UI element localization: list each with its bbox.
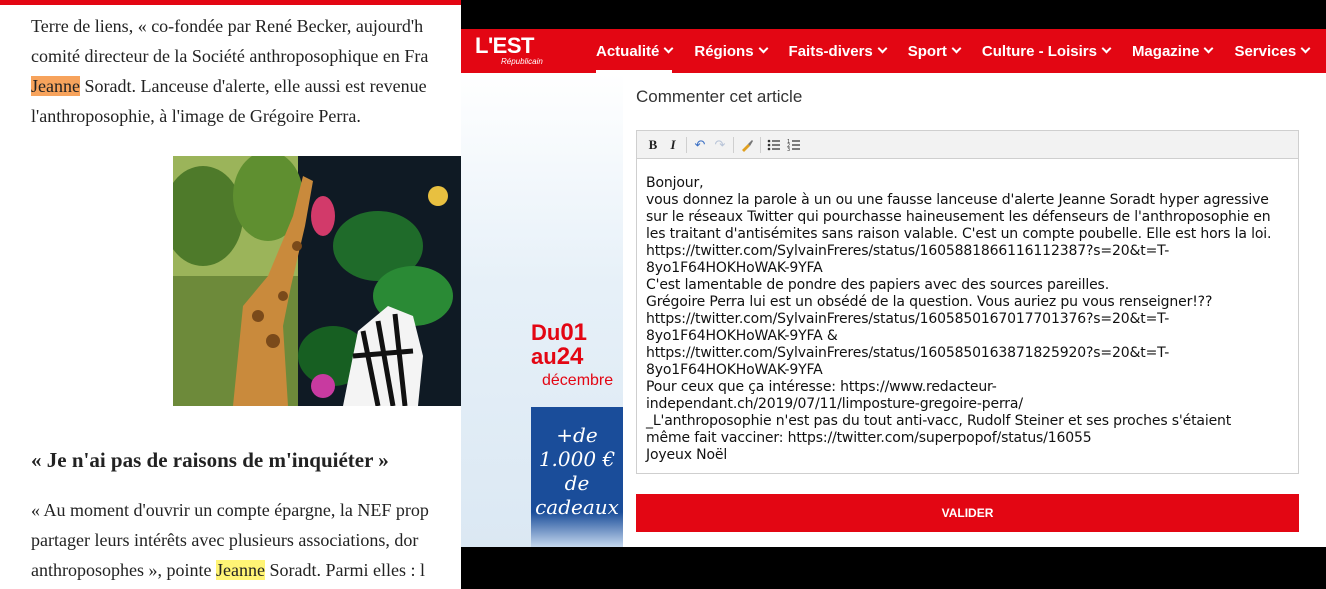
nav-label: Actualité — [596, 42, 660, 60]
article-paragraph-2: « Au moment d'ouvrir un compte épargne, … — [31, 495, 429, 585]
undo-icon[interactable]: ↶ — [690, 135, 710, 155]
chevron-down-icon — [1101, 43, 1112, 53]
nav-item-regions[interactable]: Régions — [694, 29, 768, 73]
ad-promo-line: cadeaux — [535, 495, 619, 519]
nav-label: Services — [1234, 42, 1297, 60]
jungle-illustration — [173, 156, 462, 406]
highlighted-name: Jeanne — [31, 76, 80, 96]
ad-day-start: 01 — [560, 319, 588, 346]
toolbar-divider — [686, 136, 687, 153]
nav-item-services[interactable]: Services — [1234, 29, 1311, 73]
nav-label: Régions — [694, 42, 754, 60]
nav-item-sport[interactable]: Sport — [907, 29, 962, 73]
bullet-list-icon[interactable] — [764, 135, 784, 155]
nav-item-magazine[interactable]: Magazine — [1131, 29, 1214, 73]
svg-text:3: 3 — [787, 147, 790, 152]
editor-toolbar: B I ↶ ↷ 123 — [637, 131, 1298, 159]
ad-promo-line: 1.000 € — [538, 447, 616, 471]
article-top-bar — [0, 0, 462, 5]
ad-au: au — [531, 344, 557, 369]
redo-icon[interactable]: ↷ — [710, 135, 730, 155]
article-line: anthroposophes », pointe Jeanne Soradt. … — [31, 555, 429, 585]
site-logo[interactable]: L'EST Républicain — [475, 33, 543, 67]
ad-promo-line: +de — [556, 423, 598, 447]
article-paragraph-1: Terre de liens, « co-fondée par René Bec… — [31, 11, 428, 131]
logo-subtitle: Républicain — [501, 57, 543, 66]
bold-icon[interactable]: B — [643, 135, 663, 155]
article-line-text: Soradt. Parmi elles : l — [264, 560, 425, 580]
article-line: Jeanne Soradt. Lanceuse d'alerte, elle a… — [31, 71, 428, 101]
ad-dates: Du01 au24 décembre — [531, 321, 613, 393]
article-subheading: « Je n'ai pas de raisons de m'inquiéter … — [31, 448, 389, 472]
comment-title: Commenter cet article — [636, 87, 803, 106]
article-line: « Au moment d'ouvrir un compte épargne, … — [31, 500, 429, 520]
toolbar-divider — [760, 136, 761, 153]
ad-promo-line: de — [564, 471, 590, 495]
main-nav: Actualité Régions Faits-divers Sport Cul… — [596, 29, 1326, 73]
comment-textarea[interactable]: Bonjour, vous donnez la parole à un ou u… — [637, 159, 1298, 464]
nav-label: Sport — [907, 42, 947, 60]
article-line: comité directeur de la Société anthropos… — [31, 46, 429, 66]
article-line: Terre de liens, « co-fondée par René Bec… — [31, 16, 424, 36]
article-image — [173, 156, 462, 406]
nav-label: Magazine — [1131, 42, 1200, 60]
italic-icon[interactable]: I — [663, 135, 683, 155]
comment-editor[interactable]: B I ↶ ↷ 123 Bonjour, vous donnez la paro… — [636, 130, 1299, 474]
numbered-list-icon[interactable]: 123 — [784, 135, 804, 155]
ad-month: décembre — [542, 372, 614, 389]
ad-day-end: 24 — [556, 343, 584, 370]
chevron-down-icon — [951, 43, 962, 53]
site-header: L'EST Républicain Actualité Régions Fait… — [461, 29, 1326, 73]
comment-window: L'EST Républicain Actualité Régions Fait… — [461, 0, 1326, 589]
ad-du: Du — [531, 320, 561, 345]
clear-format-icon[interactable] — [737, 135, 757, 155]
article-line: partager leurs intérêts avec plusieurs a… — [31, 530, 419, 550]
nav-item-culture-loisirs[interactable]: Culture - Loisirs — [981, 29, 1112, 73]
submit-button[interactable]: VALIDER — [636, 494, 1299, 532]
comment-section: Du01 au24 décembre +de 1.000 € de cadeau… — [461, 73, 1326, 547]
nav-item-faits-divers[interactable]: Faits-divers — [788, 29, 888, 73]
nav-label: Culture - Loisirs — [981, 42, 1097, 60]
ad-promo-box: +de 1.000 € de cadeaux — [531, 407, 623, 547]
toolbar-divider — [733, 136, 734, 153]
article-line-text: Soradt. Lanceuse d'alerte, elle aussi es… — [79, 76, 427, 96]
chevron-down-icon — [877, 43, 888, 53]
article-line-text: anthroposophes », pointe — [31, 560, 216, 580]
article-line: l'anthroposophie, à l'image de Grégoire … — [31, 106, 361, 126]
nav-label: Faits-divers — [788, 42, 873, 60]
nav-item-actualite[interactable]: Actualité — [596, 29, 674, 73]
chevron-down-icon — [663, 43, 674, 53]
chevron-down-icon — [758, 43, 768, 53]
logo-text: L'EST — [475, 33, 534, 58]
advent-ad-banner[interactable]: Du01 au24 décembre +de 1.000 € de cadeau… — [461, 73, 623, 547]
chevron-down-icon — [1204, 43, 1214, 53]
highlighted-name: Jeanne — [215, 560, 265, 580]
chevron-down-icon — [1300, 43, 1311, 53]
